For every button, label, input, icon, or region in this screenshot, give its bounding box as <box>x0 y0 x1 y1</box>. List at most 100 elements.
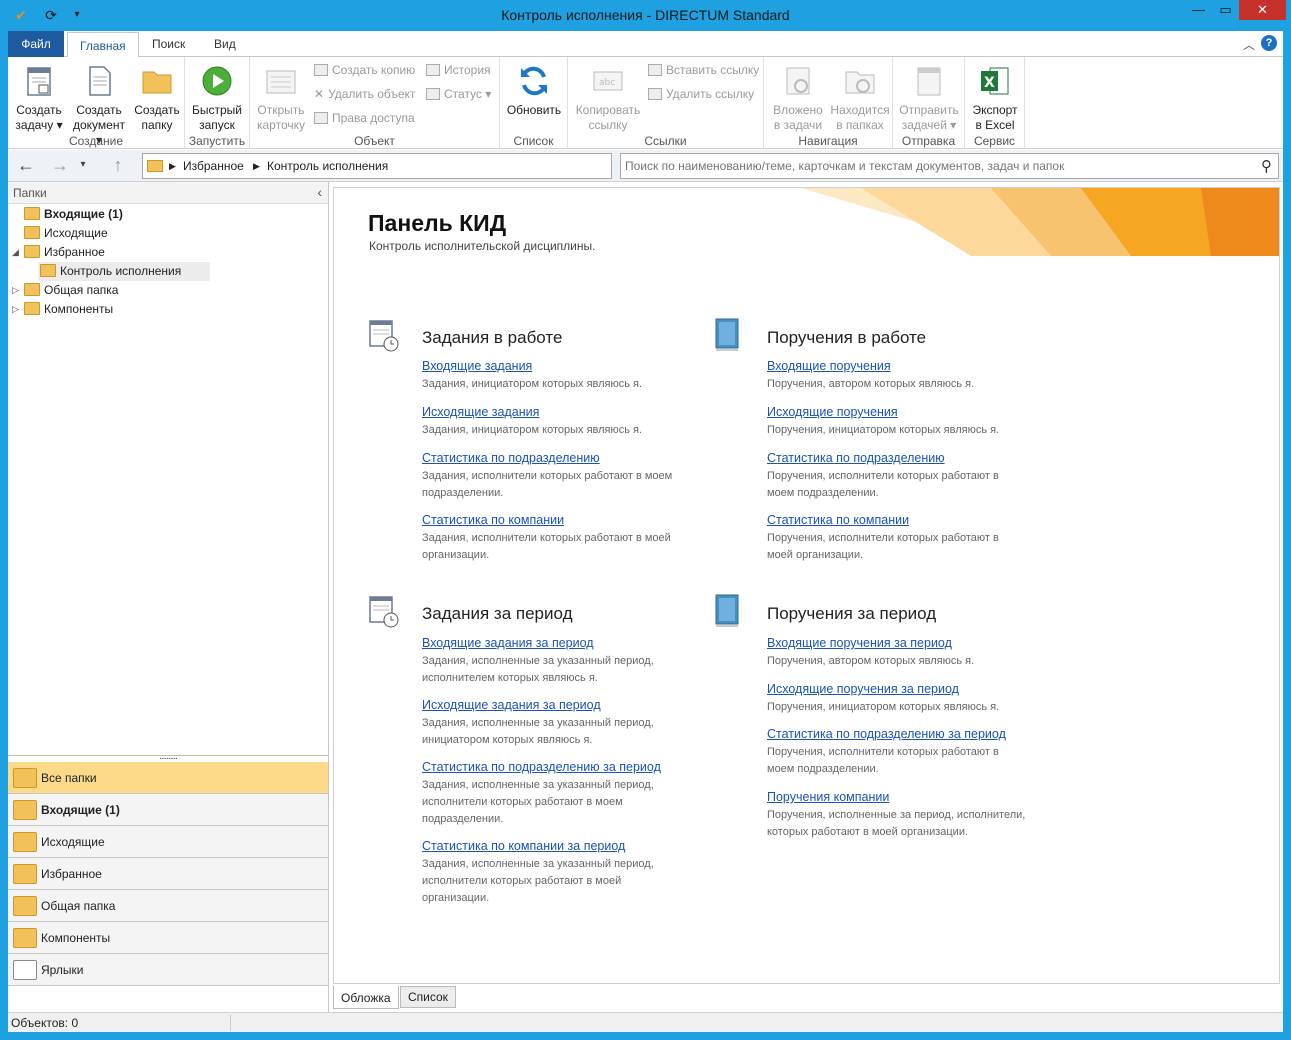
link-company-orders[interactable]: Поручения компании <box>767 790 889 804</box>
nav-outbox[interactable]: Исходящие <box>8 826 328 858</box>
export-excel-button[interactable]: X Экспорт в Excel <box>967 61 1023 133</box>
link-incoming-orders[interactable]: Входящие поручения <box>767 359 891 373</box>
link-incoming-tasks[interactable]: Входящие задания <box>422 359 532 373</box>
in-folders-button[interactable]: Находится в папках <box>830 61 890 133</box>
up-icon[interactable]: ↑ <box>106 154 130 176</box>
inbox-icon <box>13 800 37 820</box>
refresh-button[interactable]: Обновить <box>504 61 564 118</box>
expand-node-icon[interactable]: ▷ <box>12 300 19 319</box>
status-button[interactable]: Статус ▾ <box>426 85 491 103</box>
tree-item-shared[interactable]: ▷ Общая папка <box>12 281 118 300</box>
expand-node-icon[interactable]: ▷ <box>12 281 19 300</box>
crumb-control[interactable]: Контроль исполнения <box>267 159 388 173</box>
search-input[interactable] <box>625 157 1245 175</box>
search-icon[interactable]: ⚲ <box>1261 157 1272 175</box>
pane-splitter[interactable]: .......... <box>8 752 328 762</box>
tab-file[interactable]: Файл <box>8 31 64 57</box>
link-description: Поручения, исполнители которых работают … <box>767 532 999 561</box>
link-orders-company-stats[interactable]: Статистика по компании <box>767 513 909 527</box>
paste-link-button[interactable]: Вставить ссылку <box>648 61 759 79</box>
in-folders-label-1: Находится <box>830 103 890 117</box>
folders-pane: Папки ‹ Входящие (1) Исходящие ◢ Избранно… <box>8 182 329 1012</box>
forward-icon[interactable]: → <box>48 154 72 176</box>
tree-item-control[interactable]: Контроль исполнения <box>38 262 210 281</box>
link-tasks-company-period[interactable]: Статистика по компании за период <box>422 839 625 853</box>
link-description: Поручения, автором которых являюсь я. <box>767 378 975 390</box>
excel-icon: X <box>978 64 1012 98</box>
group-list-label: Список <box>513 134 554 148</box>
folder-icon <box>140 64 174 98</box>
delete-link-button[interactable]: Удалить ссылку <box>648 85 754 103</box>
delete-link-icon <box>648 88 662 100</box>
maximize-button[interactable]: ▭ <box>1212 0 1239 20</box>
open-card-button[interactable]: Открыть карточку <box>252 61 310 133</box>
tab-cover[interactable]: Обложка <box>333 986 399 1009</box>
search-box: ⚲ <box>620 153 1279 179</box>
copy-link-button[interactable]: abc Копировать ссылку <box>572 61 644 133</box>
nav-shared[interactable]: Общая папка <box>8 890 328 922</box>
access-rights-button[interactable]: Права доступа <box>314 109 415 127</box>
nav-label: Компоненты <box>41 931 111 945</box>
send-task-button[interactable]: Отправить задачей ▾ <box>897 61 961 133</box>
create-copy-button[interactable]: Создать копию <box>314 61 415 79</box>
nav-label: Ярлыки <box>41 963 84 977</box>
link-incoming-orders-period[interactable]: Входящие поручения за период <box>767 636 952 650</box>
svg-text:X: X <box>984 75 995 91</box>
link-orders-dept-stats[interactable]: Статистика по подразделению <box>767 451 945 465</box>
collapse-node-icon[interactable]: ◢ <box>12 243 19 262</box>
group-links-label: Ссылки <box>644 134 687 148</box>
create-task-label-2: задачу <box>15 118 54 132</box>
tab-view[interactable]: Вид <box>202 31 248 57</box>
tab-list[interactable]: Список <box>400 986 456 1008</box>
in-tasks-button[interactable]: Вложено в задачи <box>768 61 828 133</box>
nav-shortcuts[interactable]: Ярлыки <box>8 954 328 986</box>
link-tasks-dept-period[interactable]: Статистика по подразделению за период <box>422 760 661 774</box>
card-icon <box>264 64 298 98</box>
nav-label: Общая папка <box>41 899 116 913</box>
nav-all-folders[interactable]: Все папки <box>8 762 328 794</box>
link-tasks-dept-stats[interactable]: Статистика по подразделению <box>422 451 600 465</box>
quick-launch-button[interactable]: Быстрый запуск <box>189 61 245 133</box>
history-dropdown-icon[interactable]: ▾ <box>76 154 90 176</box>
title-bar: ✔ ⟳ ▾ Контроль исполнения - DIRECTUM Sta… <box>0 0 1291 32</box>
collapse-ribbon-icon[interactable]: ︿ <box>1243 36 1255 53</box>
address-bar[interactable]: ▶ Избранное ▶ Контроль исполнения <box>142 153 612 179</box>
link-outgoing-orders[interactable]: Исходящие поручения <box>767 405 898 419</box>
nav-components[interactable]: Компоненты <box>8 922 328 954</box>
group-navigation-label: Навигация <box>798 134 858 148</box>
tree-item-inbox[interactable]: Входящие (1) <box>24 205 123 224</box>
help-icon[interactable]: ? <box>1261 35 1277 51</box>
nav-inbox[interactable]: Входящие (1) <box>8 794 328 826</box>
all-folders-icon <box>13 768 37 788</box>
link-tasks-company-stats[interactable]: Статистика по компании <box>422 513 564 527</box>
nav-label: Исходящие <box>41 835 105 849</box>
collapse-pane-icon[interactable]: ‹ <box>317 184 322 200</box>
book-icon <box>713 594 747 630</box>
close-button[interactable]: ✕ <box>1239 0 1286 20</box>
link-outgoing-tasks[interactable]: Исходящие задания <box>422 405 539 419</box>
create-folder-button[interactable]: Создать папку <box>132 61 182 133</box>
tree-item-label: Компоненты <box>44 302 114 316</box>
link-outgoing-orders-period[interactable]: Исходящие поручения за период <box>767 682 959 696</box>
create-task-button[interactable]: Создать задачу ▾ <box>14 61 64 133</box>
link-incoming-tasks-period[interactable]: Входящие задания за период <box>422 636 594 650</box>
copy-link-label-1: Копировать <box>575 103 641 117</box>
link-orders-dept-period[interactable]: Статистика по подразделению за период <box>767 727 1006 741</box>
back-icon[interactable]: ← <box>14 154 38 176</box>
link-description: Поручения, исполнители которых работают … <box>767 470 999 499</box>
tree-item-outbox[interactable]: Исходящие <box>24 224 108 243</box>
nav-favorites[interactable]: Избранное <box>8 858 328 890</box>
tree-item-favorites[interactable]: ◢ Избранное <box>12 243 105 262</box>
link-outgoing-tasks-period[interactable]: Исходящие задания за период <box>422 698 601 712</box>
link-description: Задания, исполнители которых работают в … <box>422 532 671 561</box>
delete-link-label: Удалить ссылку <box>666 87 755 101</box>
tree-item-components[interactable]: ▷ Компоненты <box>12 300 114 319</box>
crumb-favorites[interactable]: Избранное <box>183 159 244 173</box>
delete-object-button[interactable]: ✕ Удалить объект <box>314 85 415 103</box>
minimize-button[interactable]: — <box>1185 0 1212 20</box>
access-rights-label: Права доступа <box>332 111 415 125</box>
shared-folder-icon <box>24 283 40 296</box>
history-button[interactable]: История <box>426 61 491 79</box>
tab-home[interactable]: Главная <box>67 32 139 58</box>
tab-search[interactable]: Поиск <box>140 31 197 57</box>
